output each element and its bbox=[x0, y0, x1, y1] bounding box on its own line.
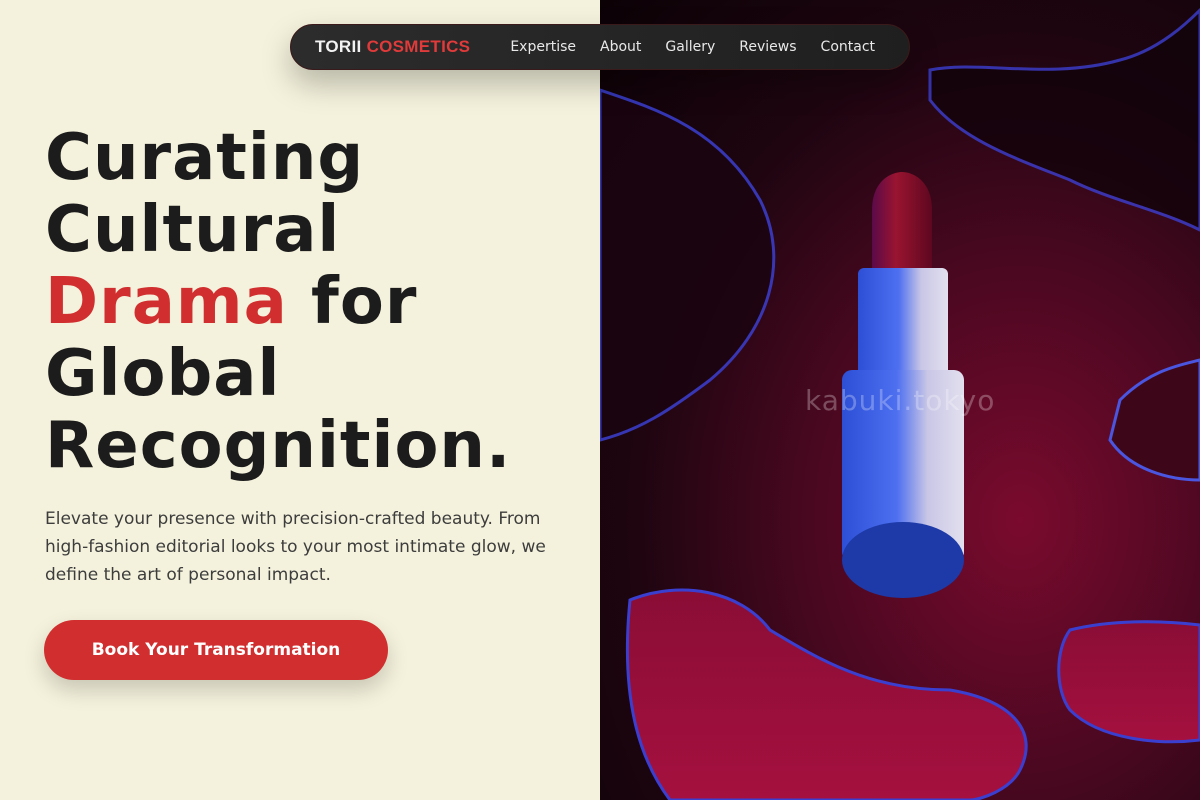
book-transformation-button[interactable]: Book Your Transformation bbox=[44, 620, 388, 680]
liquid-splash-top-left bbox=[600, 88, 776, 442]
hero-left-panel: Curating Cultural Drama for Global Recog… bbox=[0, 0, 600, 800]
nav-link-reviews[interactable]: Reviews bbox=[739, 39, 796, 55]
hero-title-line-2: Cultural bbox=[45, 193, 341, 267]
hero-title-line-3: for bbox=[287, 265, 418, 339]
hero-title-line-5: Recognition. bbox=[45, 409, 512, 483]
liquid-splash-top-right bbox=[928, 7, 1200, 232]
hero-title-line-1: Curating bbox=[45, 121, 365, 195]
brand-name-part2: COSMETICS bbox=[366, 37, 471, 56]
top-navigation: TORII COSMETICS Expertise About Gallery … bbox=[290, 24, 910, 70]
watermark-text: kabuki.tokyo bbox=[805, 384, 996, 417]
nav-link-contact[interactable]: Contact bbox=[821, 39, 875, 55]
brand-name-part1: TORII bbox=[315, 37, 362, 56]
nav-link-about[interactable]: About bbox=[600, 39, 641, 55]
hero-subtitle: Elevate your presence with precision-cra… bbox=[45, 509, 546, 585]
hero-title-accent: Drama bbox=[45, 265, 288, 339]
liquid-puddle-bottom-right bbox=[1057, 620, 1200, 744]
hero-image: kabuki.tokyo bbox=[600, 0, 1200, 800]
nav-link-expertise[interactable]: Expertise bbox=[510, 39, 576, 55]
nav-links: Expertise About Gallery Reviews Contact bbox=[510, 39, 875, 55]
liquid-splash-right bbox=[1108, 358, 1200, 482]
hero-title-line-4: Global bbox=[45, 337, 281, 411]
liquid-puddle-bottom-left bbox=[625, 588, 1028, 800]
brand-logo[interactable]: TORII COSMETICS bbox=[315, 37, 470, 57]
nav-link-gallery[interactable]: Gallery bbox=[665, 39, 715, 55]
hero-title: Curating Cultural Drama for Global Recog… bbox=[45, 122, 511, 482]
